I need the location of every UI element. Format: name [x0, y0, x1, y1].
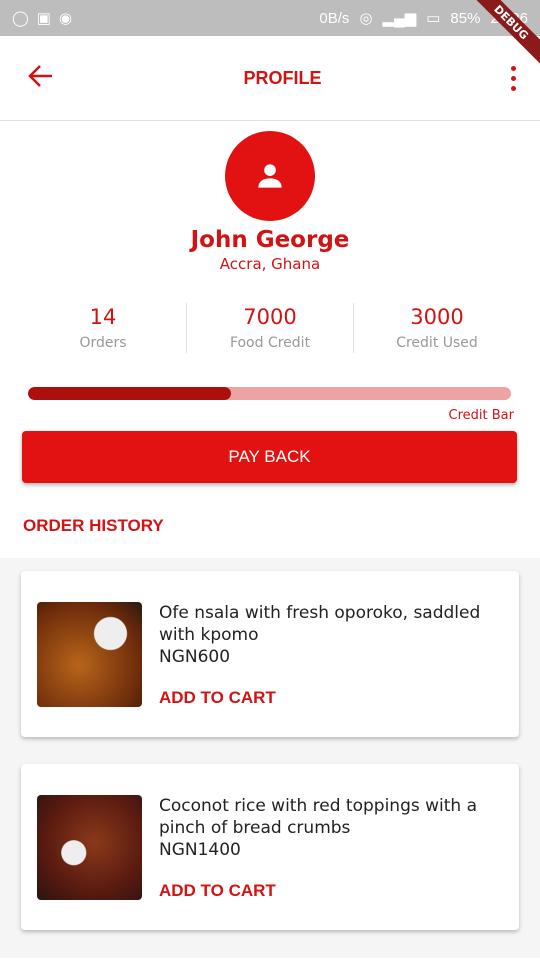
net-speed: 0B/s: [319, 9, 350, 27]
profile-location: Accra, Ghana: [219, 255, 321, 273]
page-title: PROFILE: [243, 67, 322, 88]
image-icon: ▣: [36, 10, 51, 27]
stats-row: 14 Orders 7000 Food Credit 3000 Credit Used: [20, 303, 520, 353]
person-icon: [258, 164, 282, 188]
food-name: Ofe nsala with fresh oporoko, saddled wi…: [159, 603, 481, 645]
battery-icon: ▭: [426, 10, 441, 27]
stat-label: Credit Used: [396, 335, 478, 351]
stat-value: 3000: [410, 305, 464, 329]
battery-level: 85%: [450, 9, 481, 27]
food-price: NGN1400: [159, 840, 241, 860]
stat-orders: 14 Orders: [20, 303, 187, 353]
add-to-cart-button[interactable]: ADD TO CART: [159, 881, 276, 901]
app-bar: PROFILE: [0, 36, 540, 121]
stat-credit-used: 3000 Credit Used: [354, 303, 520, 353]
whatsapp-icon: ◯: [12, 10, 29, 27]
add-to-cart-button[interactable]: ADD TO CART: [159, 688, 276, 708]
wifi-icon: ◎: [359, 10, 373, 27]
profile-name: John George: [190, 227, 350, 253]
back-button[interactable]: [28, 64, 54, 93]
avatar: [225, 131, 315, 221]
credit-progress-fill: [28, 387, 231, 400]
food-image: [37, 795, 142, 900]
status-bar: ◯ ▣ ◉ 0B/s ◎ ▂▄▆ ▭ 85% 23:26: [0, 0, 540, 36]
order-history-title: ORDER HISTORY: [23, 516, 164, 535]
stat-label: Food Credit: [229, 335, 311, 351]
signal-icon: ▂▄▆: [382, 10, 417, 27]
pay-back-button[interactable]: PAY BACK: [22, 431, 517, 483]
food-name: Coconot rice with red toppings with a pi…: [159, 796, 478, 838]
record-icon: ◉: [58, 10, 73, 27]
food-price: NGN600: [159, 647, 231, 667]
stat-value: 7000: [243, 305, 297, 329]
more-menu-button[interactable]: [510, 65, 516, 91]
stat-value: 14: [89, 305, 117, 329]
stat-food-credit: 7000 Food Credit: [187, 303, 354, 353]
credit-bar-label: Credit Bar: [448, 408, 514, 423]
food-image: [37, 602, 142, 707]
order-history-list: Ofe nsala with fresh oporoko, saddled wi…: [0, 558, 540, 958]
credit-progress-bar: [28, 387, 511, 400]
order-card: Ofe nsala with fresh oporoko, saddled wi…: [21, 571, 519, 737]
stat-label: Orders: [79, 335, 127, 351]
arrow-left-icon: [28, 64, 52, 87]
more-vert-icon: [510, 65, 516, 71]
order-card: Coconot rice with red toppings with a pi…: [21, 764, 519, 930]
